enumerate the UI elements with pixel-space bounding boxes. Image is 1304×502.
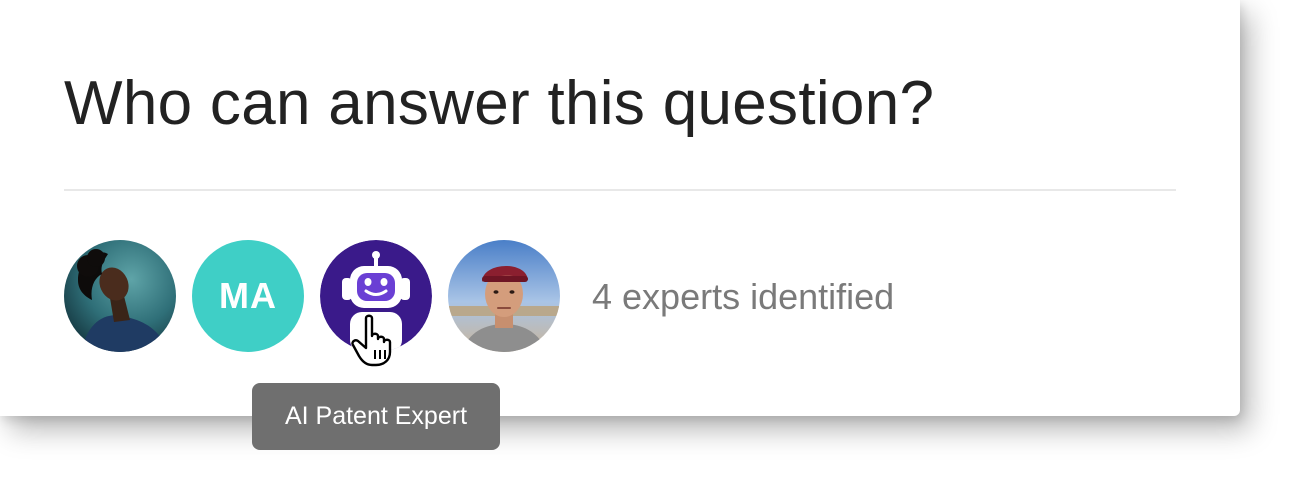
- expert-card: Who can answer this question? MA 4 exper…: [0, 0, 1240, 416]
- expert-avatar-photo-woman[interactable]: [64, 240, 176, 352]
- experts-count-label: 4 experts identified: [592, 276, 895, 317]
- man-portrait-photo: [448, 240, 560, 352]
- expert-avatar-initials[interactable]: MA: [192, 240, 304, 352]
- robot-icon: [320, 240, 432, 352]
- tooltip-text: AI Patent Expert: [284, 402, 468, 430]
- woman-portrait-photo: [64, 240, 176, 352]
- tooltip: AI Patent Expert: [252, 383, 500, 450]
- expert-avatar-ai-bot[interactable]: [320, 240, 432, 352]
- divider: [64, 189, 1176, 191]
- avatar-initials: MA: [219, 275, 277, 316]
- expert-avatar-photo-man[interactable]: [448, 240, 560, 352]
- page-title: Who can answer this question?: [64, 69, 935, 138]
